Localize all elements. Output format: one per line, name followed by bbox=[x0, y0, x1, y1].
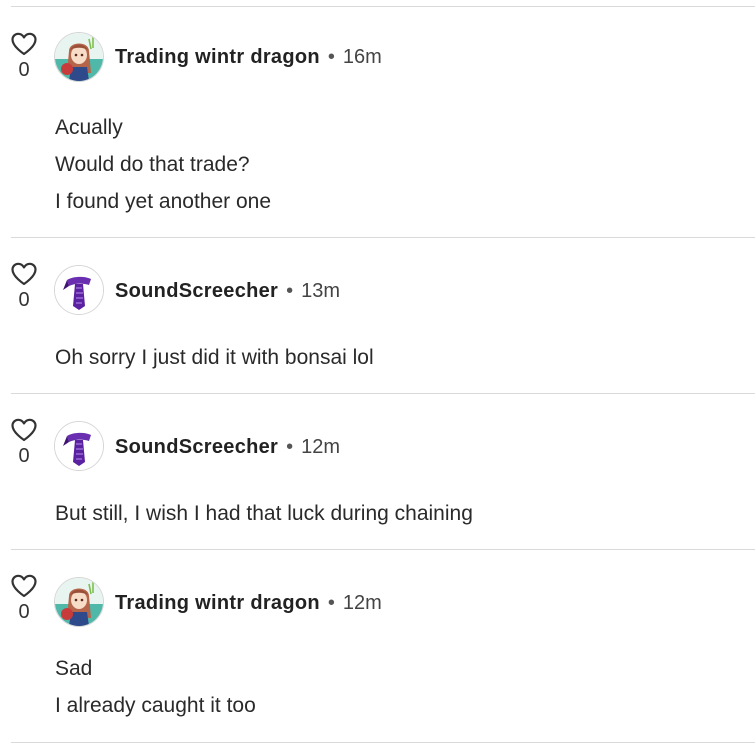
divider-bottom bbox=[11, 742, 755, 743]
separator-dot: • bbox=[286, 436, 294, 458]
comment-body: Sad I already caught it too bbox=[55, 650, 256, 724]
like-control[interactable]: 0 bbox=[8, 32, 40, 81]
avatar[interactable] bbox=[54, 265, 104, 315]
like-count: 0 bbox=[18, 289, 30, 311]
timestamp: 16m bbox=[342, 46, 382, 68]
comment-line: I already caught it too bbox=[55, 694, 256, 717]
comment-line: I found yet another one bbox=[55, 190, 271, 213]
divider bbox=[11, 393, 755, 394]
heart-icon[interactable] bbox=[10, 32, 38, 56]
comment-body: Oh sorry I just did it with bonsai lol bbox=[55, 339, 374, 376]
avatar[interactable] bbox=[54, 32, 104, 82]
comment-header: Trading wintr dragon • 16m bbox=[115, 45, 382, 69]
comment-header: Trading wintr dragon • 12m bbox=[115, 591, 382, 615]
like-count: 0 bbox=[18, 601, 30, 623]
comment-line: Acually bbox=[55, 116, 123, 139]
separator-dot: • bbox=[327, 46, 335, 68]
anime-girl-avatar-icon bbox=[55, 33, 103, 81]
author-name[interactable]: SoundScreecher bbox=[115, 436, 278, 458]
comment-header: SoundScreecher • 13m bbox=[115, 279, 340, 303]
comment-line: Would do that trade? bbox=[55, 153, 250, 176]
author-name[interactable]: Trading wintr dragon bbox=[115, 46, 320, 68]
comment-line: Oh sorry I just did it with bonsai lol bbox=[55, 346, 374, 369]
purple-scarf-avatar-icon bbox=[55, 422, 103, 470]
heart-icon[interactable] bbox=[10, 574, 38, 598]
comment-header: SoundScreecher • 12m bbox=[115, 435, 340, 459]
purple-scarf-avatar-icon bbox=[55, 266, 103, 314]
comment-body: But still, I wish I had that luck during… bbox=[55, 495, 473, 532]
avatar[interactable] bbox=[54, 577, 104, 627]
like-control[interactable]: 0 bbox=[8, 262, 40, 311]
divider-top bbox=[11, 6, 755, 7]
timestamp: 13m bbox=[301, 280, 341, 302]
author-name[interactable]: SoundScreecher bbox=[115, 280, 278, 302]
timestamp: 12m bbox=[301, 436, 341, 458]
separator-dot: • bbox=[286, 280, 294, 302]
divider bbox=[11, 549, 755, 550]
comment-line: Sad bbox=[55, 657, 93, 680]
like-control[interactable]: 0 bbox=[8, 418, 40, 467]
author-name[interactable]: Trading wintr dragon bbox=[115, 592, 320, 614]
heart-icon[interactable] bbox=[10, 418, 38, 442]
like-count: 0 bbox=[18, 445, 30, 467]
comment-line: But still, I wish I had that luck during… bbox=[55, 502, 473, 525]
avatar[interactable] bbox=[54, 421, 104, 471]
like-control[interactable]: 0 bbox=[8, 574, 40, 623]
like-count: 0 bbox=[18, 59, 30, 81]
timestamp: 12m bbox=[342, 592, 382, 614]
anime-girl-avatar-icon bbox=[55, 578, 103, 626]
separator-dot: • bbox=[327, 592, 335, 614]
comment-body: Acually Would do that trade? I found yet… bbox=[55, 109, 271, 220]
heart-icon[interactable] bbox=[10, 262, 38, 286]
divider bbox=[11, 237, 755, 238]
